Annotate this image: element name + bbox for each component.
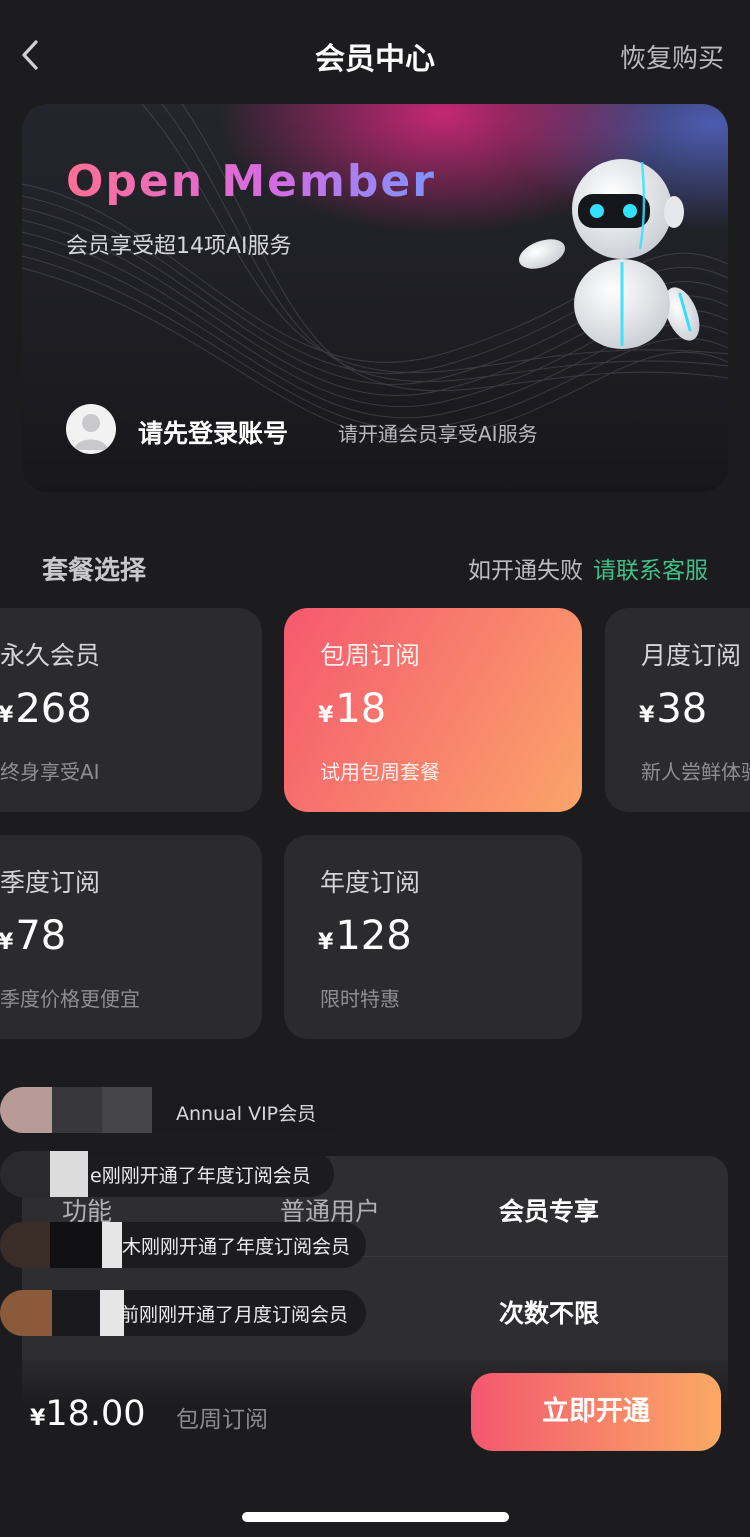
price-amount: 78 bbox=[15, 913, 67, 959]
plan-price: ¥78 bbox=[0, 913, 66, 959]
contact-support-link[interactable]: 请联系客服 bbox=[593, 558, 708, 584]
user-avatar-icon bbox=[74, 414, 108, 450]
plan-name: 包周订阅 bbox=[320, 641, 421, 670]
plan-desc: 季度价格更便宜 bbox=[0, 987, 140, 1011]
notification-text: 前刚刚开通了月度订阅会员 bbox=[120, 1304, 349, 1326]
price-amount: 268 bbox=[15, 686, 92, 732]
blurred-avatar bbox=[0, 1087, 152, 1133]
total-price: ¥18.00 bbox=[30, 1394, 146, 1434]
hero-subtitle: 会员享受超14项AI服务 bbox=[66, 234, 292, 259]
plan-name: 年度订阅 bbox=[320, 868, 421, 897]
plan-card-weekly[interactable]: 包周订阅 ¥18 试用包周套餐 bbox=[284, 608, 582, 812]
column-header-vip: 会员专享 bbox=[499, 1197, 600, 1226]
purchase-bar: ¥18.00 包周订阅 立即开通 bbox=[0, 1360, 750, 1537]
currency-symbol: ¥ bbox=[30, 1406, 46, 1431]
home-indicator bbox=[242, 1512, 509, 1522]
plan-name: 永久会员 bbox=[0, 641, 101, 670]
currency-symbol: ¥ bbox=[0, 930, 14, 955]
selected-plan-label: 包周订阅 bbox=[176, 1407, 268, 1433]
plan-desc: 试用包周套餐 bbox=[320, 760, 440, 784]
currency-symbol: ¥ bbox=[639, 703, 655, 728]
login-prompt[interactable]: 请先登录账号 bbox=[138, 414, 288, 450]
plan-price: ¥18 bbox=[318, 686, 386, 732]
plan-desc: 终身享受AI bbox=[0, 760, 100, 784]
avatar[interactable] bbox=[66, 404, 116, 454]
plan-card-monthly[interactable]: 月度订阅 ¥38 新人尝鲜体验 bbox=[605, 608, 750, 812]
subscribe-now-button[interactable]: 立即开通 bbox=[471, 1373, 721, 1451]
fail-text: 如开通失败 bbox=[468, 558, 583, 584]
plan-card-lifetime[interactable]: 永久会员 ¥268 终身享受AI bbox=[0, 608, 262, 812]
notification-toast: 前刚刚开通了月度订阅会员 bbox=[0, 1290, 366, 1336]
plan-card-quarterly[interactable]: 季度订阅 ¥78 季度价格更便宜 bbox=[0, 835, 262, 1039]
plan-desc: 新人尝鲜体验 bbox=[641, 760, 750, 784]
restore-purchase-button[interactable]: 恢复购买 bbox=[620, 38, 724, 75]
price-amount: 38 bbox=[656, 686, 708, 732]
package-section-title: 套餐选择 bbox=[42, 556, 147, 586]
plan-card-annual[interactable]: 年度订阅 ¥128 限时特惠 bbox=[284, 835, 582, 1039]
currency-symbol: ¥ bbox=[318, 930, 334, 955]
plan-price: ¥268 bbox=[0, 686, 92, 732]
price-amount: 18 bbox=[335, 686, 387, 732]
robot-mascot-icon bbox=[519, 159, 700, 349]
plan-name: 季度订阅 bbox=[0, 868, 101, 897]
price-amount: 128 bbox=[335, 913, 412, 959]
currency-symbol: ¥ bbox=[0, 703, 14, 728]
blurred-avatar bbox=[0, 1151, 88, 1197]
notification-text: e刚刚开通了年度订阅会员 bbox=[90, 1165, 311, 1187]
notification-toast: e刚刚开通了年度订阅会员 bbox=[0, 1151, 334, 1197]
notification-toast: Annual VIP会员 bbox=[0, 1087, 346, 1133]
plan-price: ¥128 bbox=[318, 913, 412, 959]
notification-text: 木刚刚开通了年度订阅会员 bbox=[122, 1236, 351, 1258]
currency-symbol: ¥ bbox=[318, 703, 334, 728]
blurred-avatar bbox=[0, 1222, 122, 1268]
hero-title: Open Member bbox=[66, 156, 436, 207]
top-bar: 会员中心 恢复购买 bbox=[0, 0, 750, 110]
vip-cell: 次数不限 bbox=[499, 1299, 600, 1328]
plan-price: ¥38 bbox=[639, 686, 707, 732]
purchase-notifications: Annual VIP会员 e刚刚开通了年度订阅会员 木刚刚开通了年度订阅会员 前… bbox=[0, 1085, 400, 1336]
member-hero-card: Open Member 会员享受超14项AI服务 请先登录账号 请开通会员享受A… bbox=[22, 104, 728, 492]
blurred-avatar bbox=[0, 1290, 124, 1336]
plan-name: 月度订阅 bbox=[641, 641, 742, 670]
total-amount: 18.00 bbox=[45, 1394, 146, 1434]
plan-desc: 限时特惠 bbox=[320, 987, 400, 1011]
payment-fail-note: 如开通失败 请联系客服 bbox=[468, 551, 708, 585]
notification-text: Annual VIP会员 bbox=[176, 1103, 317, 1125]
login-hint: 请开通会员享受AI服务 bbox=[338, 422, 538, 446]
notification-toast: 木刚刚开通了年度订阅会员 bbox=[0, 1222, 366, 1268]
